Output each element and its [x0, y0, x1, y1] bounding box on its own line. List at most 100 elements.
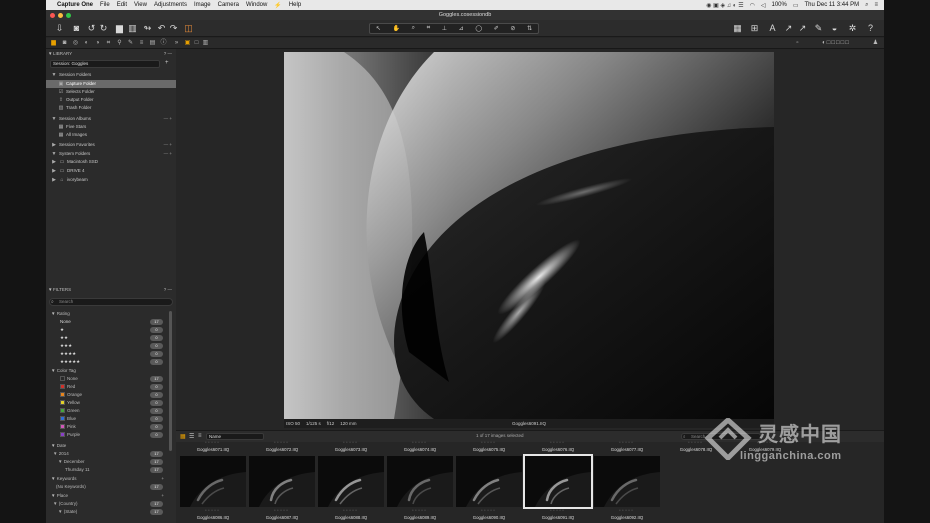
add-session-icon[interactable]: +: [165, 60, 169, 66]
session-folders-header[interactable]: ▼ Session Folders: [46, 71, 176, 79]
thumbnail-label[interactable]: Goggles6076.IIQ: [525, 447, 591, 453]
rotate-right-icon[interactable]: ↻: [98, 23, 109, 34]
thumbnail-label[interactable]: Goggles6086.IIQ: [180, 515, 246, 521]
color-tag-row-0[interactable]: None 17: [46, 375, 168, 383]
notification-icon[interactable]: ≡: [874, 2, 878, 8]
rating-stars-icon[interactable]: •••••: [180, 441, 246, 444]
local-adjustments-tab-icon[interactable]: ✎: [127, 40, 134, 47]
thumbnail-label[interactable]: Goggles6092.IIQ: [594, 515, 660, 521]
zoom-window-button[interactable]: [66, 13, 71, 18]
rating-stars-icon[interactable]: •••••: [318, 509, 384, 512]
rating-stars-icon[interactable]: •••••: [525, 509, 591, 512]
lens-tab-icon[interactable]: ◎: [72, 40, 79, 47]
color-tag-row-3[interactable]: Yellow 0: [46, 399, 168, 407]
rating-stars-icon[interactable]: •••••: [249, 509, 315, 512]
thumbnail-label[interactable]: Goggles6072.IIQ: [249, 447, 315, 453]
volume-icon[interactable]: ◁: [761, 2, 766, 9]
camera-icon[interactable]: ◙: [71, 23, 82, 34]
rating-stars-icon[interactable]: •••••: [594, 441, 660, 444]
composition-tab-icon[interactable]: ⌗: [105, 40, 112, 47]
library-tab-icon[interactable]: ▆: [50, 40, 57, 47]
spot-removal-icon[interactable]: ◯: [475, 25, 482, 32]
menu-view[interactable]: View: [134, 2, 147, 8]
adjustments-tab-icon[interactable]: ≡: [138, 40, 145, 47]
battery-icon[interactable]: ▭: [793, 2, 799, 9]
zoom-slider-icon[interactable]: ▫: [794, 40, 801, 47]
user-icon[interactable]: ♟: [872, 40, 879, 47]
rating-stars-icon[interactable]: •••••: [249, 441, 315, 444]
thumbnail[interactable]: [594, 456, 660, 507]
import-icon[interactable]: ⇩: [54, 23, 65, 34]
place-header[interactable]: ▼ Place +: [46, 492, 168, 500]
main-photo[interactable]: [284, 52, 774, 419]
redo-icon[interactable]: ↷: [168, 23, 179, 34]
menu-camera[interactable]: Camera: [218, 2, 239, 8]
color-tag-row-7[interactable]: Purple 0: [46, 431, 168, 439]
capture-tab-icon[interactable]: ◙: [61, 40, 68, 47]
pan-hand-icon[interactable]: ✋: [393, 25, 400, 32]
layout-icon[interactable]: ▦: [732, 23, 743, 34]
trash-icon[interactable]: ▥: [127, 23, 138, 34]
keywords-header[interactable]: ▼ Keywords +: [46, 475, 168, 483]
rating-stars-icon[interactable]: •••••: [387, 509, 453, 512]
spotlight-icon[interactable]: ⌕: [865, 2, 868, 9]
album-all-images[interactable]: ▦ All Images: [46, 131, 176, 139]
sort-select[interactable]: Name: [206, 433, 264, 440]
drive-4[interactable]: ▶ ▭ DRIVE 4: [46, 167, 176, 175]
app-menu[interactable]: Capture One: [57, 2, 93, 8]
select-cursor-icon[interactable]: ↖: [376, 25, 381, 32]
copy-apply-icon[interactable]: ⇅: [527, 25, 532, 32]
close-window-button[interactable]: [50, 13, 55, 18]
menu-window[interactable]: Window: [246, 2, 267, 8]
rating-stars-icon[interactable]: •••••: [180, 509, 246, 512]
color-tag-row-1[interactable]: Red 0: [46, 383, 168, 391]
thumbnail[interactable]: [249, 456, 315, 507]
rotate-left-icon[interactable]: ↺: [86, 23, 97, 34]
session-albums-header[interactable]: ▼ Session Albums — +: [46, 115, 176, 123]
place-row-1[interactable]: ▼ (State) 17: [46, 508, 168, 516]
text-overlay-icon[interactable]: A: [767, 23, 778, 34]
single-view-icon[interactable]: □: [193, 40, 200, 47]
rating-row-2[interactable]: ★★ 0: [46, 334, 168, 342]
gradient-icon[interactable]: ⊘: [510, 25, 515, 32]
new-folder-icon[interactable]: ▆: [114, 23, 125, 34]
straighten-icon[interactable]: ⊥: [442, 25, 447, 32]
thumbnail[interactable]: [387, 456, 453, 507]
process-icon[interactable]: ↬: [142, 23, 153, 34]
viewer-mode-icon[interactable]: ▣: [184, 40, 191, 47]
thumbnail-label[interactable]: Goggles6087.IIQ: [249, 515, 315, 521]
thumbnail[interactable]: [180, 456, 246, 507]
output-tab-icon[interactable]: ⓘ: [160, 40, 167, 47]
color-tag-header[interactable]: ▼ Color Tag: [46, 367, 168, 375]
thumbnail-label[interactable]: Goggles6073.IIQ: [318, 447, 384, 453]
rating-header[interactable]: ▼ Rating: [46, 310, 168, 318]
rating-stars-icon[interactable]: •••••: [525, 441, 591, 444]
menu-help[interactable]: Help: [289, 2, 301, 8]
drive-macintosh-ssd[interactable]: ▶ ▭ Macintosh SSD: [46, 158, 176, 166]
crop-icon[interactable]: ⌗: [427, 25, 430, 32]
date-row-1[interactable]: ▼ December 17: [46, 458, 168, 466]
details-tab-icon[interactable]: ⚲: [116, 40, 123, 47]
thumbnail-label[interactable]: Goggles6071.IIQ: [180, 447, 246, 453]
thumbnail-label[interactable]: Goggles6088.IIQ: [318, 515, 384, 521]
rating-row-5[interactable]: ★★★★★ 0: [46, 358, 168, 366]
reset-icon[interactable]: ◫: [183, 23, 194, 34]
thumbnail-label[interactable]: Goggles6089.IIQ: [387, 515, 453, 521]
thumbnail[interactable]: [318, 456, 384, 507]
thumbnail-view-icon[interactable]: ▦: [180, 433, 186, 440]
zoom-levels[interactable]: ◐□□□□□: [806, 40, 866, 47]
filter-search-input[interactable]: ⌕ Search: [49, 298, 173, 306]
undo-icon[interactable]: ↶: [156, 23, 167, 34]
date-row-2[interactable]: Thursday 11 17: [46, 466, 168, 474]
brush-icon[interactable]: ✐: [494, 25, 499, 32]
color-tag-row-5[interactable]: Blue 0: [46, 415, 168, 423]
menu-image[interactable]: Image: [194, 2, 211, 8]
rating-stars-icon[interactable]: •••••: [594, 509, 660, 512]
session-select[interactable]: Session: Goggles: [50, 60, 160, 68]
more-tabs-icon[interactable]: »: [173, 40, 180, 47]
album-five-stars[interactable]: ▦ Five Stars: [46, 123, 176, 131]
folder-output[interactable]: ⇪ Output Folder: [46, 96, 176, 104]
keystone-icon[interactable]: ⊿: [459, 25, 464, 32]
thumbnail[interactable]: [523, 454, 593, 509]
library-header[interactable]: ▼LIBRARY? —: [48, 50, 174, 57]
